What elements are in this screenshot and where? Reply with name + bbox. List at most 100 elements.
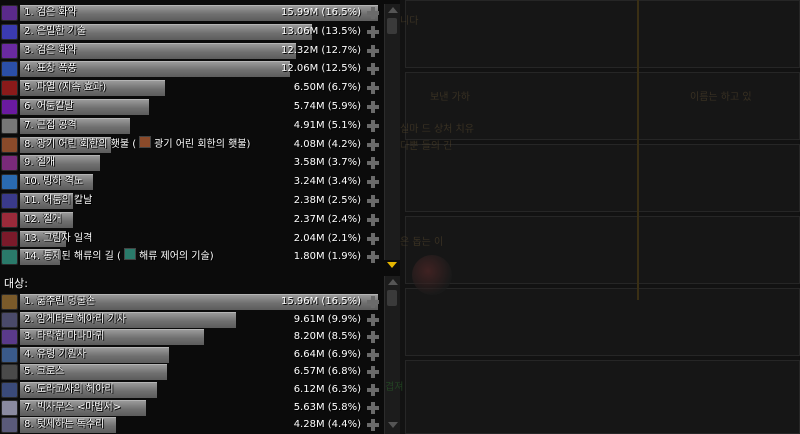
target-row[interactable]: 1. 굶주린 덩굴손 15.96M (16.5%) <box>0 293 383 311</box>
row-value: 2.37M (2.4%) <box>294 211 361 229</box>
shuriken-icon <box>1 61 18 78</box>
target-list-scrollbar[interactable] <box>384 276 400 434</box>
spell-row[interactable]: 7. 근접 공격 4.91M (5.1%) <box>0 117 383 135</box>
target-row[interactable]: 2. 암게타르 헤아리 기사 9.61M (9.9%) <box>0 311 383 329</box>
spell-row[interactable]: 11. 어둠의 칼날 2.38M (2.5%) <box>0 192 383 210</box>
expand-plus-icon[interactable] <box>365 24 381 40</box>
spell-row[interactable]: 5. 파열 (지속 효과) 6.50M (6.7%) <box>0 79 383 97</box>
row-label: 11. 어둠의 칼날 <box>24 192 92 210</box>
row-rank: 14. <box>24 251 40 263</box>
row-percent: (5.1%) <box>327 119 361 131</box>
row-amount: 15.96M <box>280 296 319 307</box>
spell-row[interactable]: 6. 어둠칼날 5.74M (5.9%) <box>0 98 383 116</box>
scroll-thumb[interactable] <box>387 18 397 34</box>
expand-plus-icon[interactable] <box>365 118 381 134</box>
row-value: 6.64M (6.9%) <box>294 346 361 364</box>
icon-fill <box>2 6 17 20</box>
row-amount: 15.99M <box>280 7 319 18</box>
row-amount: 6.12M <box>293 384 325 395</box>
spell-row[interactable]: 2. 은밀한 기술 13.06M (13.5%) <box>0 23 383 41</box>
expand-plus-icon[interactable] <box>365 347 381 363</box>
icon-fill <box>2 137 17 152</box>
row-rank: 12. <box>24 213 40 225</box>
row-rank: 3. <box>24 331 34 343</box>
expand-plus-icon[interactable] <box>365 193 381 209</box>
target-row[interactable]: 3. 타락한 마나마귀 8.20M (8.5%) <box>0 328 383 346</box>
target-scroll-thumb[interactable] <box>387 290 397 306</box>
row-name: 은밀한 기술 <box>36 25 86 37</box>
shadow-icon <box>1 5 18 21</box>
expand-plus-icon[interactable] <box>365 174 381 190</box>
target-row[interactable]: 5. 크로스 6.57M (6.8%) <box>0 363 383 381</box>
row-label: 1. 굶주린 덩굴손 <box>24 293 95 311</box>
row-percent: (12.7%) <box>321 44 361 56</box>
row-name: 검은 화약 <box>36 7 77 18</box>
spell-row[interactable]: 3. 검은 화약 12.32M (12.7%) <box>0 42 383 60</box>
row-name: 타락한 마나마귀 <box>36 331 105 343</box>
expand-plus-icon[interactable] <box>365 43 381 59</box>
expand-plus-icon[interactable] <box>365 5 381 21</box>
expand-plus-icon[interactable] <box>365 312 381 328</box>
expand-plus-icon[interactable] <box>365 212 381 228</box>
row-label: 14. 통제된 해류의 길 (해류 제어의 기술) <box>24 248 214 266</box>
spell-row[interactable]: 13. 그림자 일격 2.04M (2.1%) <box>0 230 383 248</box>
spell-row[interactable]: 14. 통제된 해류의 길 (해류 제어의 기술) 1.80M (1.9%) <box>0 248 383 266</box>
spell-row[interactable]: 4. 표창 폭풍 12.06M (12.5%) <box>0 60 383 78</box>
icon-fill <box>2 231 17 246</box>
row-name: 유령 기원사 <box>36 348 86 360</box>
target-row[interactable]: 7. 빅사무스 <마법서> 5.63M (5.8%) <box>0 399 383 417</box>
expand-plus-icon[interactable] <box>365 137 381 153</box>
row-name: 굶주린 덩굴손 <box>36 296 96 307</box>
row-amount: 12.06M <box>280 63 319 75</box>
row-value: 6.57M (6.8%) <box>294 363 361 381</box>
expand-plus-icon[interactable] <box>365 61 381 77</box>
spell-row[interactable]: 12. 절개 2.37M (2.4%) <box>0 211 383 229</box>
expand-plus-icon[interactable] <box>365 382 381 398</box>
expand-plus-icon[interactable] <box>365 231 381 247</box>
spell-row[interactable]: 10. 빙하 격노 3.24M (3.4%) <box>0 173 383 191</box>
target-row[interactable]: 4. 유령 기원사 6.64M (6.9%) <box>0 346 383 364</box>
row-percent: (4.2%) <box>327 138 361 150</box>
expand-plus-icon[interactable] <box>365 249 381 265</box>
row-amount: 4.91M <box>293 119 325 131</box>
spell-list-scrollbar[interactable] <box>384 4 400 260</box>
expand-plus-icon[interactable] <box>365 417 381 433</box>
expand-plus-icon[interactable] <box>365 80 381 96</box>
dark-blade-icon <box>1 193 18 209</box>
row-percent: (2.5%) <box>327 195 361 206</box>
row-amount: 2.04M <box>293 232 325 244</box>
expand-plus-icon[interactable] <box>365 99 381 115</box>
scroll-up-arrow-icon[interactable] <box>388 7 398 13</box>
expand-plus-icon[interactable] <box>365 155 381 171</box>
melee-icon <box>1 117 18 134</box>
row-rank: 9. <box>24 157 34 169</box>
expand-plus-icon[interactable] <box>365 294 381 310</box>
spell-row[interactable]: 1. 검은 화약 15.99M (16.5%) <box>0 4 383 22</box>
icon-fill <box>2 347 17 362</box>
target-scroll-down-arrow-icon[interactable] <box>388 422 398 428</box>
row-amount: 6.50M <box>293 82 325 94</box>
expand-plus-icon[interactable] <box>365 400 381 416</box>
row-value: 5.74M (5.9%) <box>294 98 361 116</box>
row-percent: (16.5%) <box>321 296 361 307</box>
scroll-down-gold-arrow-icon[interactable] <box>387 262 397 268</box>
row-percent: (4.4%) <box>327 419 361 431</box>
row-label: 6. 어둠칼날 <box>24 98 74 116</box>
row-amount: 5.74M <box>293 101 325 112</box>
icon-fill <box>2 295 17 309</box>
ghost-text-7: 겹져 <box>385 382 404 393</box>
spell-row[interactable]: 9. 절개 3.58M (3.7%) <box>0 154 383 172</box>
rupture-icon <box>1 80 18 97</box>
row-label: 9. 절개 <box>24 154 55 172</box>
spell-row[interactable]: 8. 광기 어린 회한의 횃불 (광기 어린 회한의 횃불) 4.08M (4.2… <box>0 135 383 154</box>
expand-plus-icon[interactable] <box>365 364 381 380</box>
row-label: 8. 텃세하는 독수리 <box>24 416 104 434</box>
target-scroll-up-arrow-icon[interactable] <box>388 279 398 285</box>
row-value: 4.28M (4.4%) <box>294 416 361 434</box>
target-row[interactable]: 6. 도라고사의 헤아리 6.12M (6.3%) <box>0 381 383 399</box>
target-row[interactable]: 8. 텃세하는 독수리 4.28M (4.4%) <box>0 416 383 434</box>
row-label: 1. 검은 화약 <box>24 4 77 22</box>
row-percent: (13.5%) <box>321 25 361 37</box>
expand-plus-icon[interactable] <box>365 329 381 345</box>
row-amount: 8.20M <box>293 331 325 343</box>
